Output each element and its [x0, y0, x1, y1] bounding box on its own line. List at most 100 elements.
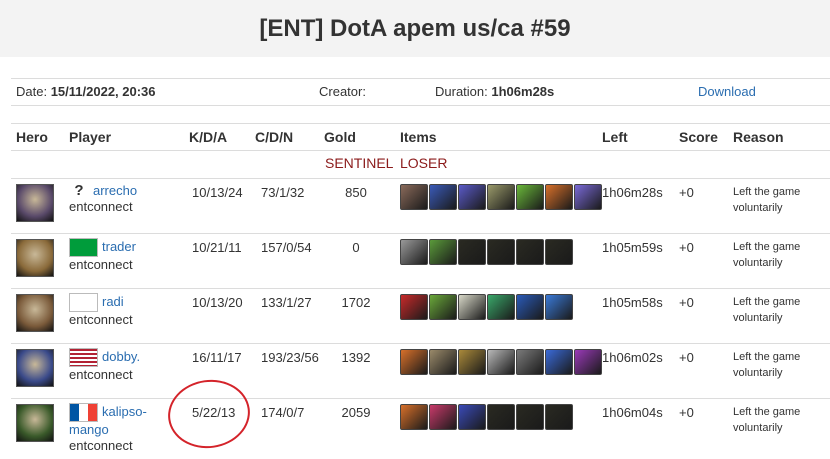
item-icon[interactable]: [458, 404, 486, 430]
item-icon[interactable]: [516, 239, 544, 265]
hero-icon[interactable]: [16, 184, 54, 222]
item-icon[interactable]: [545, 239, 573, 265]
player-cell: radi entconnect: [69, 293, 133, 328]
usa-flag-icon: [69, 348, 98, 367]
cdn-value: 133/1/27: [261, 295, 312, 310]
item-icon[interactable]: [400, 404, 428, 430]
date-label: Date:: [16, 84, 48, 99]
duration-value: 1h06m28s: [491, 84, 555, 99]
item-icon[interactable]: [545, 404, 573, 430]
player-realm: entconnect: [69, 312, 133, 327]
hero-icon[interactable]: [16, 294, 54, 332]
player-realm: entconnect: [69, 438, 133, 453]
table-row: dobby. entconnect 16/11/17 193/23/56 1392 1h0…: [11, 343, 830, 399]
item-icon[interactable]: [400, 239, 428, 265]
item-icon[interactable]: [516, 184, 544, 210]
item-icon[interactable]: [487, 294, 515, 320]
player-cell: ? arrecho entconnect: [69, 183, 137, 215]
player-name-link[interactable]: dobby.: [102, 349, 140, 364]
gold-value: 0: [352, 240, 360, 255]
col-hero: Hero: [16, 129, 48, 145]
kda-value: 10/13/20: [192, 295, 243, 310]
kda-value: 10/21/11: [192, 240, 242, 255]
cdn-value: 174/0/7: [261, 405, 305, 420]
game-info-bar: Date: 15/11/2022, 20:36 Creator: Duratio…: [11, 78, 830, 106]
player-cell: dobby. entconnect: [69, 348, 140, 383]
page-title: [ENT] DotA apem us/ca #59: [259, 14, 571, 42]
player-cell: kalipso-mango entconnect: [69, 403, 147, 454]
hero-icon[interactable]: [16, 239, 54, 277]
item-list: [400, 184, 602, 210]
table-row: ? arrecho entconnect 10/13/24 73/1/32 850 1h06…: [11, 178, 830, 234]
item-icon[interactable]: [487, 349, 515, 375]
team-name: SENTINEL: [325, 155, 394, 171]
player-name-link[interactable]: radi: [102, 294, 124, 309]
col-items: Items: [400, 129, 437, 145]
score-value: +0: [679, 240, 694, 255]
player-name-link[interactable]: arrecho: [93, 183, 137, 198]
score-value: +0: [679, 350, 694, 365]
left-time: 1h06m28s: [602, 185, 663, 200]
gold-value: 1702: [341, 295, 371, 310]
item-icon[interactable]: [400, 349, 428, 375]
item-icon[interactable]: [516, 294, 544, 320]
item-icon[interactable]: [487, 184, 515, 210]
date-value: 15/11/2022, 20:36: [50, 84, 156, 99]
item-list: [400, 239, 573, 265]
item-icon[interactable]: [458, 184, 486, 210]
item-icon[interactable]: [429, 404, 457, 430]
team-result: LOSER: [400, 155, 448, 171]
col-player: Player: [69, 129, 112, 145]
player-realm: entconnect: [69, 257, 133, 272]
item-icon[interactable]: [400, 184, 428, 210]
item-icon[interactable]: [429, 239, 457, 265]
item-list: [400, 404, 573, 430]
item-icon[interactable]: [574, 184, 602, 210]
left-time: 1h06m02s: [602, 350, 663, 365]
download-link[interactable]: Download: [698, 84, 756, 99]
col-left: Left: [602, 129, 628, 145]
leave-reason: Left the game voluntarily: [733, 241, 801, 269]
score-value: +0: [679, 405, 694, 420]
page-header: [ENT] DotA apem us/ca #59: [0, 0, 830, 57]
table-row: trader entconnect 10/21/11 157/0/54 0 1h05m59…: [11, 233, 830, 289]
item-icon[interactable]: [516, 349, 544, 375]
item-icon[interactable]: [516, 404, 544, 430]
player-realm: entconnect: [69, 367, 133, 382]
cdn-value: 193/23/56: [261, 350, 319, 365]
item-icon[interactable]: [429, 294, 457, 320]
creator-label: Creator:: [319, 84, 366, 99]
player-cell: trader entconnect: [69, 238, 136, 273]
item-icon[interactable]: [545, 294, 573, 320]
score-value: +0: [679, 295, 694, 310]
player-name-link[interactable]: trader: [102, 239, 136, 254]
col-cdn: C/D/N: [255, 129, 294, 145]
hero-icon[interactable]: [16, 404, 54, 442]
player-realm: entconnect: [69, 199, 133, 214]
item-icon[interactable]: [545, 184, 573, 210]
duration-info: Duration: 1h06m28s: [435, 84, 554, 99]
item-icon[interactable]: [429, 184, 457, 210]
item-icon[interactable]: [458, 239, 486, 265]
item-icon[interactable]: [487, 239, 515, 265]
item-icon[interactable]: [545, 349, 573, 375]
left-time: 1h05m58s: [602, 295, 663, 310]
item-icon[interactable]: [487, 404, 515, 430]
item-icon[interactable]: [574, 349, 602, 375]
item-icon[interactable]: [400, 294, 428, 320]
hero-icon[interactable]: [16, 349, 54, 387]
gold-value: 2059: [341, 405, 371, 420]
col-gold: Gold: [324, 129, 356, 145]
leave-reason: Left the game voluntarily: [733, 406, 801, 434]
col-reason: Reason: [733, 129, 784, 145]
cdn-value: 157/0/54: [261, 240, 312, 255]
item-icon[interactable]: [429, 349, 457, 375]
item-icon[interactable]: [458, 294, 486, 320]
table-row: kalipso-mango entconnect 5/22/13 174/0/7 205…: [11, 398, 830, 454]
table-header: Hero Player K/D/A C/D/N Gold Items Left …: [11, 123, 830, 151]
left-time: 1h06m04s: [602, 405, 663, 420]
score-value: +0: [679, 185, 694, 200]
item-icon[interactable]: [458, 349, 486, 375]
duration-label: Duration:: [435, 84, 488, 99]
unknown-flag-icon: ?: [74, 182, 84, 199]
